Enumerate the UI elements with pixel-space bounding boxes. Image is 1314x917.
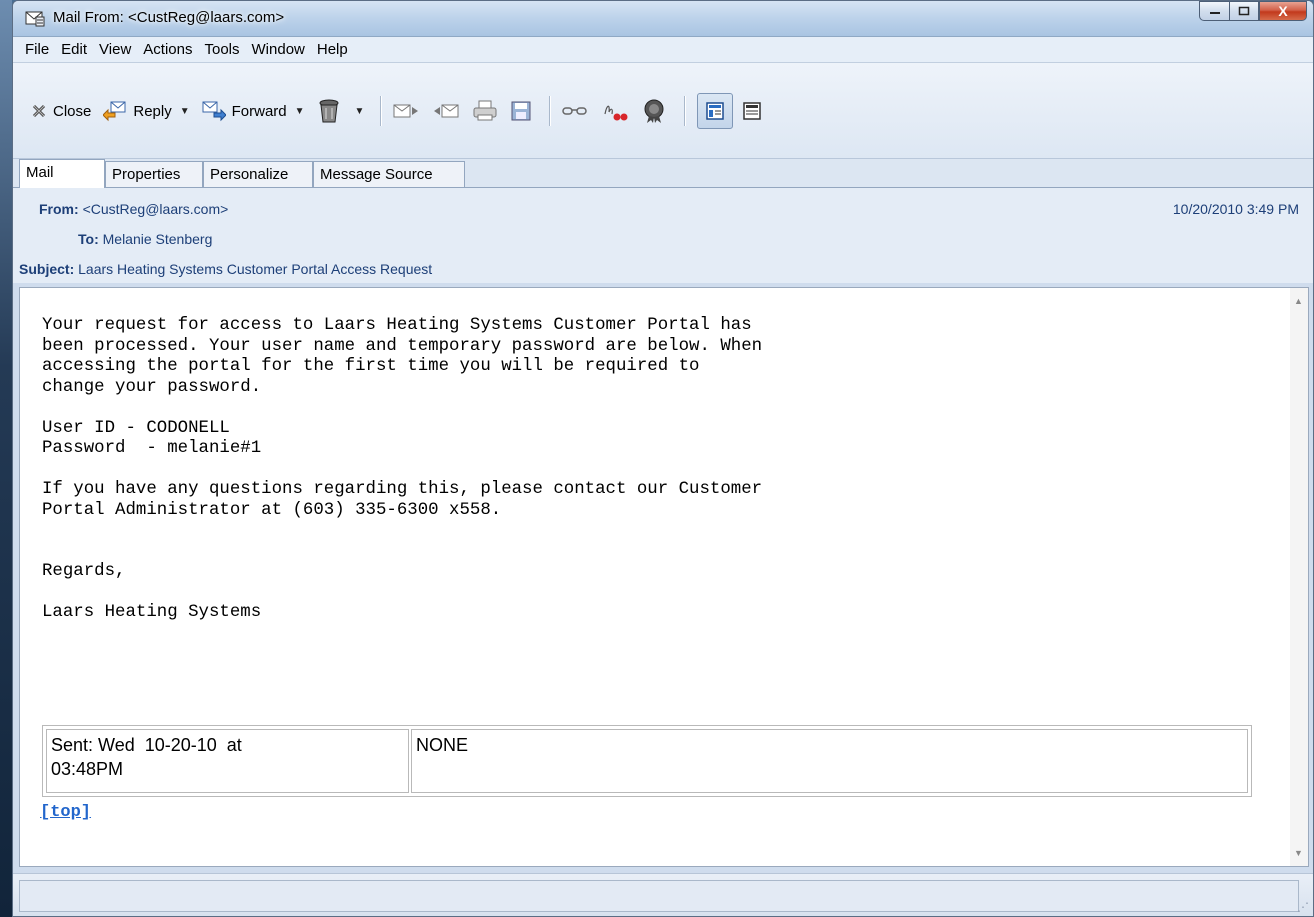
forward-icon <box>202 101 226 122</box>
close-button-label: Close <box>53 102 92 120</box>
close-x-icon <box>32 104 46 118</box>
print-button[interactable] <box>473 100 497 122</box>
forward-dropdown-icon[interactable]: ▼ <box>295 106 305 117</box>
to-value[interactable]: Melanie Stenberg <box>103 231 213 247</box>
previous-message-button[interactable] <box>433 102 459 120</box>
priority-cell: NONE <box>411 729 1248 793</box>
tab-personalize[interactable]: Personalize <box>203 161 313 187</box>
vertical-scrollbar[interactable]: ▲ ▼ <box>1290 288 1308 866</box>
reply-dropdown-icon[interactable]: ▼ <box>180 106 190 117</box>
menu-help[interactable]: Help <box>311 41 354 58</box>
close-button[interactable]: Close <box>31 103 91 120</box>
menu-view[interactable]: View <box>93 41 137 58</box>
toolbar-separator <box>549 96 551 126</box>
maximize-button[interactable] <box>1229 1 1259 21</box>
toolbar: Close Reply ▼ Forward ▼ ▼ <box>13 63 1313 159</box>
scroll-up-icon[interactable]: ▲ <box>1294 296 1303 306</box>
from-value[interactable]: <CustReg@laars.com> <box>83 201 229 217</box>
message-tabs: Mail Properties Personalize Message Sour… <box>13 159 1313 188</box>
to-label: To: <box>78 231 99 247</box>
save-button[interactable] <box>511 101 531 121</box>
reply-button-label: Reply <box>133 102 172 120</box>
trash-can-icon <box>319 99 339 123</box>
top-link[interactable]: [top] <box>40 803 91 822</box>
menu-actions[interactable]: Actions <box>137 41 198 58</box>
status-bar: ⋰ <box>13 873 1313 916</box>
menu-file[interactable]: File <box>19 41 55 58</box>
sent-date-cell: Sent: Wed 10-20-10 at 03:48PM <box>46 729 409 793</box>
forward-button-label: Forward <box>231 102 287 120</box>
mail-envelope-icon <box>25 9 45 27</box>
toolbar-separator <box>684 96 686 126</box>
rosette-icon <box>644 99 664 123</box>
subject-label: Subject: <box>19 261 75 277</box>
signature-seal-icon <box>604 105 628 121</box>
message-header: From: <CustReg@laars.com> 10/20/2010 3:4… <box>13 187 1313 283</box>
certificate-button[interactable] <box>642 98 666 124</box>
subject-value: Laars Heating Systems Customer Portal Ac… <box>78 261 433 277</box>
forward-button[interactable]: Forward ▼ <box>202 100 305 122</box>
sent-info-table: Sent: Wed 10-20-10 at 03:48PM NONE <box>42 725 1252 797</box>
layout-plain-icon <box>743 102 762 120</box>
reply-icon <box>103 101 126 122</box>
next-envelope-icon <box>393 104 419 118</box>
tab-properties[interactable]: Properties <box>105 161 203 187</box>
reply-button[interactable]: Reply ▼ <box>103 100 190 122</box>
message-body-text: Your request for access to Laars Heating… <box>42 316 763 622</box>
delete-button[interactable]: ▼ <box>317 98 365 124</box>
menu-window[interactable]: Window <box>246 41 311 58</box>
signature-button[interactable] <box>602 100 628 122</box>
menu-edit[interactable]: Edit <box>55 41 93 58</box>
status-field <box>19 880 1299 912</box>
floppy-disk-icon <box>511 101 531 121</box>
menu-tools[interactable]: Tools <box>198 41 245 58</box>
minimize-button[interactable] <box>1199 1 1229 21</box>
plain-layout-button[interactable] <box>743 102 762 120</box>
from-label: From: <box>39 201 79 217</box>
scroll-down-icon[interactable]: ▼ <box>1294 848 1303 858</box>
delete-dropdown-icon[interactable]: ▼ <box>355 106 365 117</box>
previous-envelope-icon <box>434 104 459 118</box>
glasses-icon <box>562 107 588 115</box>
next-message-button[interactable] <box>393 102 419 120</box>
tab-mail[interactable]: Mail <box>19 159 105 188</box>
layout-preview-icon <box>706 102 725 120</box>
tab-message-source[interactable]: Message Source <box>313 161 465 187</box>
title-bar[interactable]: Mail From: <CustReg@laars.com> X <box>13 1 1313 37</box>
close-window-button[interactable]: X <box>1259 1 1307 21</box>
toolbar-separator <box>380 96 382 126</box>
printer-icon <box>473 100 497 121</box>
mail-window: Mail From: <CustReg@laars.com> X File Ed… <box>12 0 1314 917</box>
resize-grip-icon[interactable]: ⋰ <box>1297 900 1309 914</box>
message-pane[interactable]: Your request for access to Laars Heating… <box>19 287 1309 867</box>
menu-bar: File Edit View Actions Tools Window Help <box>13 37 1313 63</box>
preview-layout-button[interactable] <box>697 93 734 129</box>
window-title: Mail From: <CustReg@laars.com> <box>53 9 285 26</box>
message-date: 10/20/2010 3:49 PM <box>1172 201 1299 217</box>
desktop-background <box>0 0 12 917</box>
read-button[interactable] <box>562 104 588 118</box>
